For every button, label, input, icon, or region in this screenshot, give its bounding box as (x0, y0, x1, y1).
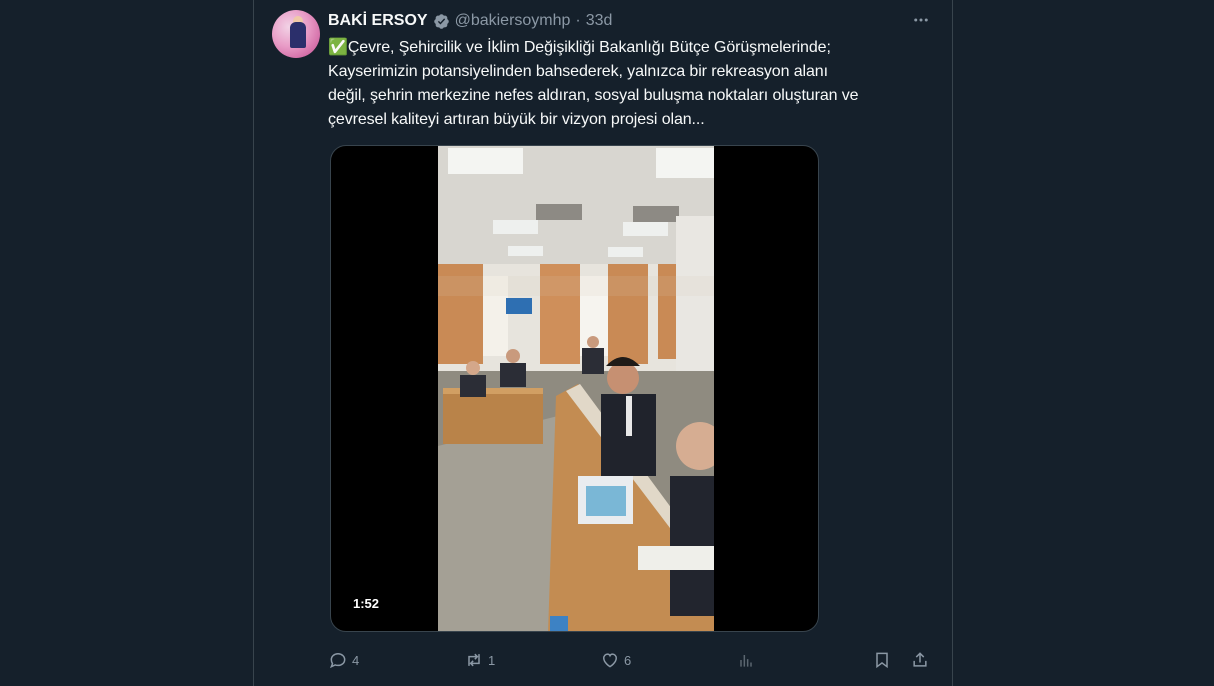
author-name[interactable]: BAKİ ERSOY (328, 12, 428, 30)
tweet-text-line: ✅Çevre, Şehircilik ve İklim Değişikliği … (328, 39, 831, 56)
repost-count: 1 (488, 652, 496, 668)
tweet-text: ✅Çevre, Şehircilik ve İklim Değişikliği … (328, 36, 938, 132)
tweet-timestamp[interactable]: 33d (586, 12, 613, 30)
views-button[interactable] (736, 648, 756, 672)
tweet-text-line: Kayserimizin potansiyelinden bahsederek,… (328, 63, 828, 80)
views-icon (740, 655, 752, 667)
author-handle[interactable]: @bakiersoymhp (455, 12, 571, 30)
tweet-actions: 4 1 6 (328, 648, 938, 672)
bookmark-icon (876, 652, 888, 669)
like-icon (602, 653, 618, 668)
like-button[interactable]: 6 (600, 648, 631, 672)
repost-icon (468, 653, 480, 667)
repost-button[interactable]: 1 (464, 648, 495, 672)
video-duration-badge: 1:52 (347, 594, 386, 613)
bookmark-button[interactable] (872, 648, 892, 672)
verified-badge-icon (433, 13, 449, 29)
meeting-room-image (438, 146, 714, 631)
avatar-figure (290, 22, 306, 48)
reply-button[interactable]: 4 (328, 648, 359, 672)
share-icon (913, 652, 927, 667)
tweet-text-line[interactable]: çevresel kaliteyi artıran büyük bir vizy… (328, 108, 938, 132)
reply-icon (329, 652, 346, 669)
separator-dot: · (575, 12, 581, 29)
avatar[interactable] (272, 10, 320, 58)
tweet-header: BAKİ ERSOY @bakiersoymhp · 33d (328, 10, 612, 32)
reply-count: 4 (352, 652, 360, 668)
tweet-card[interactable]: BAKİ ERSOY @bakiersoymhp · 33d ✅Çevre, Ş… (253, 0, 953, 686)
video-player[interactable]: 1:52 (330, 145, 819, 632)
like-count: 6 (624, 652, 632, 668)
share-button[interactable] (910, 648, 930, 672)
video-thumbnail (438, 146, 714, 631)
tweet-text-line: değil, şehrin merkezine nefes aldıran, s… (328, 87, 859, 104)
more-options-icon[interactable] (910, 9, 932, 31)
